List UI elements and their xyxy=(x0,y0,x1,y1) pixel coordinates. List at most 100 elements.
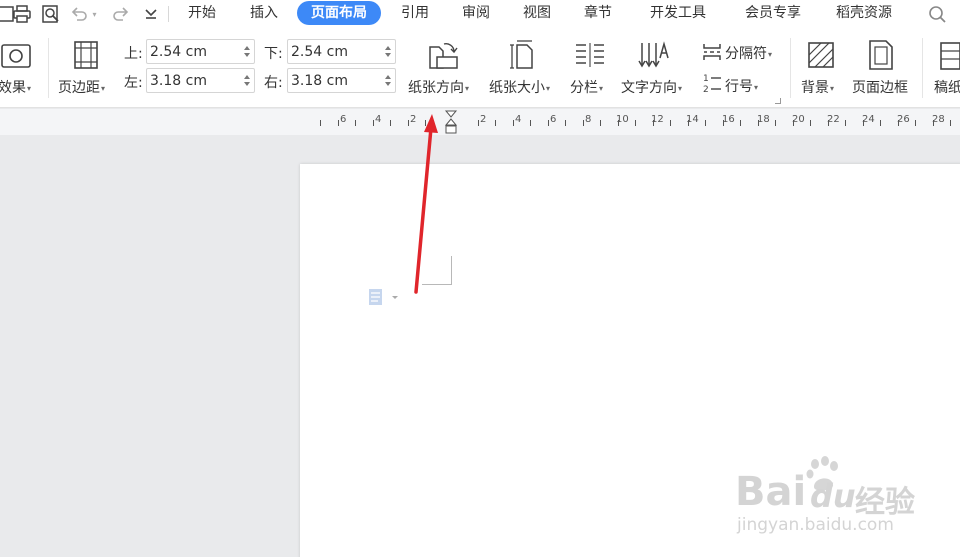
redo-icon[interactable] xyxy=(110,3,132,25)
tab-view[interactable]: 视图 xyxy=(513,1,561,25)
page-border-icon[interactable] xyxy=(866,39,896,71)
ruler-tick xyxy=(355,120,356,126)
margin-right-input[interactable]: 3.18 cm xyxy=(287,68,396,93)
ruler-tick xyxy=(530,120,531,126)
ribbon: 效果▾ 页边距▾ 上: 2.54 cm 左: 3.18 cm 下: 2.54 c… xyxy=(0,28,960,108)
ruler-tick xyxy=(425,120,426,126)
ruler-tick xyxy=(810,120,811,126)
orientation-icon[interactable] xyxy=(426,39,460,71)
customize-icon[interactable] xyxy=(140,3,162,25)
ruler-tick xyxy=(548,120,549,126)
ruler-tick xyxy=(600,120,601,126)
tab-docer[interactable]: 稻壳资源 xyxy=(826,1,902,25)
margin-bottom-label: 下: xyxy=(264,46,283,62)
ruler-tick xyxy=(565,120,566,126)
ruler-tick xyxy=(915,120,916,126)
ruler-tick xyxy=(653,120,654,126)
horizontal-ruler[interactable]: 6 4 2 2 4 6 8 10 12 14 16 18 20 22 24 26 28 xyxy=(0,109,960,135)
effects-button[interactable]: 效果▾ xyxy=(0,77,31,97)
svg-text:2: 2 xyxy=(703,85,709,94)
tab-developer[interactable]: 开发工具 xyxy=(640,1,716,25)
paragraph-layout-icon[interactable] xyxy=(368,288,400,306)
background-button[interactable]: 背景▾ xyxy=(801,77,834,97)
margin-top-down-arrow[interactable] xyxy=(244,53,250,57)
ruler-tick xyxy=(775,120,776,126)
text-direction-icon[interactable] xyxy=(638,40,670,70)
line-numbers-icon[interactable]: 12 xyxy=(703,72,723,94)
ruler-tick xyxy=(338,120,339,126)
columns-icon[interactable] xyxy=(574,41,606,69)
ruler-tick xyxy=(705,120,706,126)
margin-top-label: 上: xyxy=(124,46,143,62)
page-border-button[interactable]: 页面边框 xyxy=(852,77,908,97)
menu-bar: ▾ 开始 插入 页面布局 引用 审阅 视图 章节 开发工具 会员专享 稻壳资源 xyxy=(0,0,960,28)
ruler-number: 4 xyxy=(375,114,382,125)
effects-icon[interactable] xyxy=(0,42,32,70)
ribbon-separator xyxy=(790,38,791,98)
ribbon-separator xyxy=(922,38,923,98)
ruler-number: 8 xyxy=(585,114,592,125)
margin-bottom-down-arrow[interactable] xyxy=(385,53,391,57)
print-preview-icon[interactable] xyxy=(40,3,62,25)
paper-size-button[interactable]: 纸张大小▾ xyxy=(489,77,550,97)
margin-right-label: 右: xyxy=(264,75,283,91)
ruler-number: 4 xyxy=(515,114,522,125)
margin-right-down-arrow[interactable] xyxy=(385,82,391,86)
ruler-tick xyxy=(950,120,951,126)
ruler-tick xyxy=(495,120,496,126)
columns-button[interactable]: 分栏▾ xyxy=(570,77,603,97)
text-direction-button[interactable]: 文字方向▾ xyxy=(621,77,682,97)
tab-insert[interactable]: 插入 xyxy=(240,1,288,25)
undo-dropdown-icon[interactable]: ▾ xyxy=(88,3,100,25)
ruler-number: 2 xyxy=(410,114,417,125)
ruler-tick xyxy=(723,120,724,126)
breaks-button[interactable]: 分隔符▾ xyxy=(725,43,772,63)
margin-left-value: 3.18 cm xyxy=(150,73,207,89)
margin-left-down-arrow[interactable] xyxy=(244,82,250,86)
tab-page-layout[interactable]: 页面布局 xyxy=(297,1,381,25)
tab-chapter[interactable]: 章节 xyxy=(574,1,622,25)
tab-member[interactable]: 会员专享 xyxy=(735,1,811,25)
watermark-brand: Bai xyxy=(735,469,807,515)
background-icon[interactable] xyxy=(806,40,836,70)
ruler-tick xyxy=(933,120,934,126)
ruler-tick xyxy=(390,120,391,126)
margin-bottom-up-arrow[interactable] xyxy=(385,46,391,50)
ribbon-separator xyxy=(48,38,49,98)
ruler-tick xyxy=(478,120,479,126)
print-icon[interactable] xyxy=(11,3,33,25)
baidu-watermark: Bai du 经验 jingyan.baidu.com xyxy=(735,455,960,545)
tab-start[interactable]: 开始 xyxy=(178,1,226,25)
dialog-launcher-icon[interactable] xyxy=(775,98,781,104)
margin-right-value: 3.18 cm xyxy=(291,73,348,89)
breaks-icon[interactable] xyxy=(702,42,722,62)
watermark-url: jingyan.baidu.com xyxy=(737,515,894,535)
draft-paper-button[interactable]: 稿纸 xyxy=(934,77,960,97)
margin-top-value: 2.54 cm xyxy=(150,44,207,60)
line-numbers-button[interactable]: 行号▾ xyxy=(725,76,758,96)
margins-button[interactable]: 页边距▾ xyxy=(58,77,105,97)
margins-icon[interactable] xyxy=(72,40,100,70)
margin-left-label: 左: xyxy=(124,75,143,91)
indent-marker-icon[interactable] xyxy=(444,110,458,136)
margin-top-input[interactable]: 2.54 cm xyxy=(146,39,255,64)
tab-references[interactable]: 引用 xyxy=(391,1,439,25)
ruler-tick xyxy=(793,120,794,126)
margin-right-up-arrow[interactable] xyxy=(385,75,391,79)
ruler-number: 2 xyxy=(480,114,487,125)
margin-bottom-input[interactable]: 2.54 cm xyxy=(287,39,396,64)
ruler-tick xyxy=(513,120,514,126)
undo-icon[interactable] xyxy=(68,3,90,25)
margin-left-up-arrow[interactable] xyxy=(244,75,250,79)
margin-corner-mark xyxy=(422,256,452,285)
paper-size-icon[interactable] xyxy=(508,39,538,71)
margin-left-input[interactable]: 3.18 cm xyxy=(146,68,255,93)
tab-review[interactable]: 审阅 xyxy=(452,1,500,25)
menu-separator xyxy=(168,6,169,22)
orientation-button[interactable]: 纸张方向▾ xyxy=(408,77,469,97)
draft-paper-icon[interactable] xyxy=(938,41,960,71)
margin-top-up-arrow[interactable] xyxy=(244,46,250,50)
ruler-tick xyxy=(758,120,759,126)
ruler-tick xyxy=(618,120,619,126)
search-icon[interactable] xyxy=(926,3,948,25)
